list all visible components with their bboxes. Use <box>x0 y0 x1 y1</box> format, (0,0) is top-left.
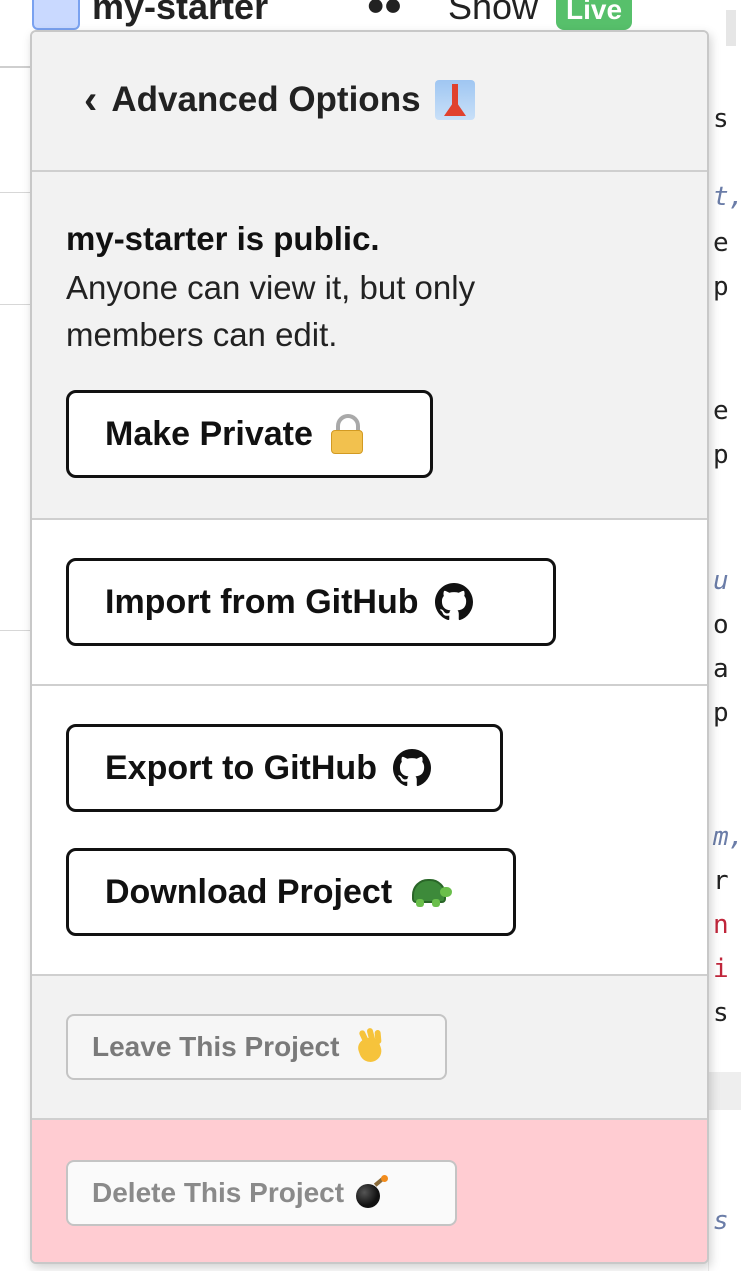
code-char: p <box>713 440 729 470</box>
delete-project-button[interactable]: Delete This Project <box>66 1160 457 1226</box>
code-char: i <box>713 954 729 984</box>
code-char: p <box>713 272 729 302</box>
project-name[interactable]: my-starter <box>92 0 268 28</box>
download-label: Download Project <box>105 872 393 911</box>
code-char: s <box>713 1206 729 1236</box>
leave-label: Leave This Project <box>92 1031 340 1062</box>
bomb-icon <box>354 1175 390 1210</box>
import-label: Import from GitHub <box>105 582 419 621</box>
sidebar-divider <box>0 304 30 305</box>
waving-hand-icon <box>351 1027 387 1066</box>
popover-title: Advanced Options <box>111 80 421 119</box>
turtle-icon <box>408 875 454 909</box>
leave-project-button[interactable]: Leave This Project <box>66 1014 447 1080</box>
popover-header: ‹ Advanced Options <box>32 32 707 172</box>
github-icon <box>434 583 473 621</box>
export-section: Export to GitHub Download Project <box>32 686 707 976</box>
code-char: s <box>713 104 729 134</box>
sidebar-divider <box>0 192 30 193</box>
code-char: m, <box>713 822 741 852</box>
delete-label: Delete This Project <box>92 1177 345 1208</box>
download-project-button[interactable]: Download Project <box>66 848 516 936</box>
code-char: e <box>713 228 729 258</box>
toolbar-edge <box>726 10 736 46</box>
project-avatar[interactable] <box>32 0 80 30</box>
sidebar-divider <box>0 630 30 631</box>
live-badge: Live <box>556 0 633 30</box>
code-char: e <box>713 396 729 426</box>
chevron-left-icon[interactable]: ‹ <box>84 78 97 122</box>
privacy-description: Anyone can view it, but only members can… <box>66 269 476 353</box>
github-icon <box>392 749 431 787</box>
advanced-options-popover: ‹ Advanced Options my-starter is public.… <box>30 30 709 1264</box>
lock-icon <box>329 414 363 454</box>
export-label: Export to GitHub <box>105 748 377 787</box>
back-to-options-button[interactable]: ‹ Advanced Options <box>84 78 475 122</box>
show-button-label[interactable]: Show <box>448 0 538 28</box>
code-char: o <box>713 610 729 640</box>
code-char: r <box>713 866 729 896</box>
import-section: Import from GitHub <box>32 520 707 686</box>
code-char: t, <box>713 182 741 212</box>
code-char: p <box>713 698 729 728</box>
privacy-section: my-starter is public. Anyone can view it… <box>32 172 707 520</box>
code-char: a <box>713 654 729 684</box>
editor-highlight-band <box>708 1072 741 1110</box>
app-stage: my-starter ●● Show Live s t, e p e p u o… <box>0 0 741 1271</box>
code-char: n <box>713 910 729 940</box>
code-char: s <box>713 998 729 1028</box>
make-private-button[interactable]: Make Private <box>66 390 433 478</box>
privacy-heading: my-starter is public. <box>66 220 380 257</box>
leave-section: Leave This Project <box>32 976 707 1120</box>
code-char: u <box>713 566 729 596</box>
tokyo-tower-icon <box>434 80 475 120</box>
import-from-github-button[interactable]: Import from GitHub <box>66 558 556 646</box>
danger-zone-section: Delete This Project <box>32 1120 707 1262</box>
sunglasses-icon[interactable]: ●● <box>366 0 403 23</box>
export-to-github-button[interactable]: Export to GitHub <box>66 724 503 812</box>
make-private-label: Make Private <box>105 414 313 453</box>
